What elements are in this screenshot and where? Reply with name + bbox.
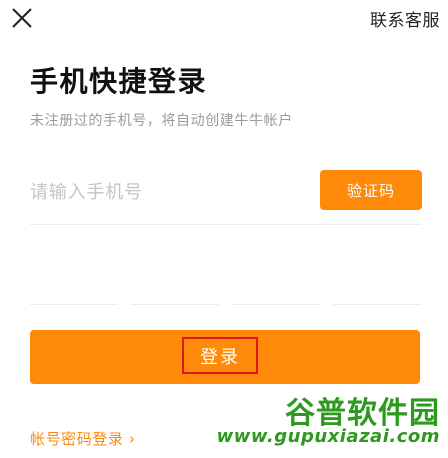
verification-code-boxes <box>30 246 422 306</box>
password-login-link[interactable]: 帐号密码登录 › <box>30 428 136 449</box>
login-button-label: 登录 <box>182 337 258 374</box>
close-button[interactable] <box>8 4 36 32</box>
contact-support-link[interactable]: 联系客服 <box>370 6 440 31</box>
watermark: 谷普软件园 www.gupuxiazai.com <box>214 388 444 454</box>
page-title: 手机快捷登录 <box>30 65 208 98</box>
watermark-url: www.gupuxiazai.com <box>216 426 440 447</box>
code-box-4[interactable] <box>333 246 421 305</box>
page-subtitle: 未注册过的手机号，将自动创建牛牛帐户 <box>30 113 293 129</box>
login-button[interactable]: 登录 <box>30 330 420 384</box>
code-box-2[interactable] <box>131 246 219 305</box>
get-verification-code-button[interactable]: 验证码 <box>320 170 422 210</box>
close-icon <box>12 8 32 28</box>
code-box-3[interactable] <box>232 246 320 305</box>
phone-number-input[interactable] <box>30 174 300 210</box>
phone-input-row: 验证码 <box>30 168 422 225</box>
code-box-1[interactable] <box>30 246 118 305</box>
